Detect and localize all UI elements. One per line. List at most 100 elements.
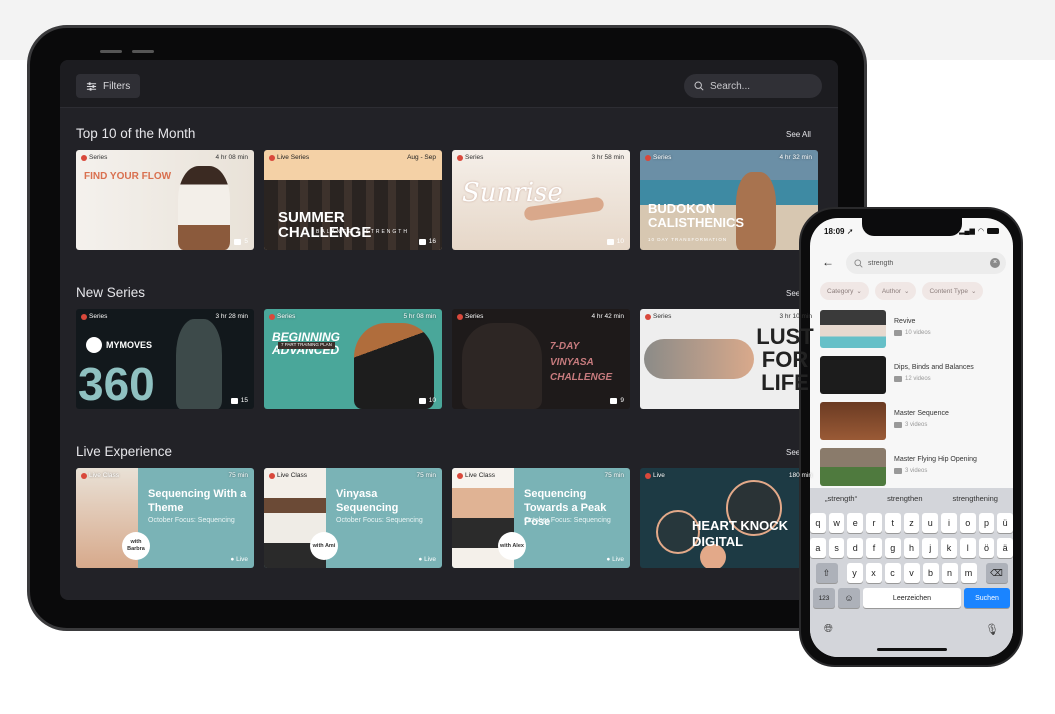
result-count: 10 videos [894,330,931,336]
card-live-class[interactable]: Live Class 75 min Vinyasa Sequencing Oct… [264,468,442,568]
letter-key[interactable]: s [828,538,845,558]
letter-key[interactable]: d [847,538,864,558]
card-badge: Series [81,154,107,161]
letter-key[interactable]: k [941,538,957,558]
result-item[interactable]: Revive 10 videos [810,308,1013,354]
letter-key[interactable]: h [903,538,920,558]
keyboard-row-4: 123 ☺ Leerzeichen Suchen [810,588,1013,608]
card-heart-knock[interactable]: Live 180 min HEART KNOCK DIGITAL [640,468,818,568]
letter-key[interactable]: j [922,538,939,558]
letter-key[interactable]: w [828,513,845,533]
clear-search-icon[interactable]: × [990,258,1000,268]
card-badge: Series [269,313,295,320]
card-title: LUST FOR LIFE [756,324,814,396]
letter-key[interactable]: ü [997,513,1013,533]
letter-key[interactable]: y [846,563,863,583]
card-title: 360 [78,358,155,409]
card-summer-challenge[interactable]: Live Series Aug - Sep SUMMER CHALLENGE B… [264,150,442,250]
phone-search-input[interactable] [868,259,988,267]
letter-key[interactable]: g [884,538,901,558]
letter-key[interactable]: b [922,563,939,583]
card-live-class[interactable]: Live Class 75 min Sequencing With a Them… [76,468,254,568]
card-badge: Live Series [269,154,309,161]
backspace-key[interactable]: ⌫ [985,563,1008,583]
card-duration: 75 min [416,472,436,479]
numbers-key[interactable]: 123 [813,588,835,608]
video-icon [894,422,902,428]
letter-key[interactable]: f [866,538,882,558]
search-go-key[interactable]: Suchen [964,588,1010,608]
wifi-icon: ◠ [977,228,984,235]
card-lust-for-life[interactable]: Series 3 hr 10 min LUST FOR LIFE [640,309,818,409]
card-duration: 3 hr 58 min [591,154,624,161]
brand-icon [457,313,463,320]
letter-key[interactable]: i [941,513,957,533]
card-title: FIND YOUR FLOW [84,171,172,182]
card-subtitle: 7 PART TRAINING PLAN [278,342,335,349]
result-thumbnail [820,402,886,440]
video-icon [894,330,902,336]
suggestion[interactable]: strengthen [887,494,922,503]
phone-search-box[interactable]: × [846,252,1006,274]
chip-category[interactable]: Category ⌄ [820,282,869,300]
home-indicator[interactable] [876,648,947,651]
brand-icon [457,472,463,479]
shift-key[interactable]: ⇧ [815,563,838,583]
filters-button[interactable]: Filters [76,74,141,98]
card-badge: Series [645,313,671,320]
see-all-link[interactable]: See All [786,130,811,139]
card-brand: MYMOVES [106,340,153,350]
card-duration: 75 min [228,472,248,479]
letter-key[interactable]: r [866,513,882,533]
brand-icon [269,472,275,479]
letter-key[interactable]: e [847,513,864,533]
letter-key[interactable]: ä [997,538,1013,558]
suggestion[interactable]: strengthening [953,494,998,503]
letter-key[interactable]: u [922,513,939,533]
result-item[interactable]: Master Flying Hip Opening 3 videos [810,446,1013,492]
result-title: Dips, Binds and Balances [894,364,974,371]
letter-key[interactable]: m [960,563,977,583]
letter-key[interactable]: o [959,513,976,533]
emoji-key[interactable]: ☺ [838,588,860,608]
space-key[interactable]: Leerzeichen [863,588,961,608]
brand-icon [269,313,275,320]
letter-key[interactable]: z [903,513,920,533]
card-badge: Live [645,472,665,479]
card-subtitle: BALANCE & STRENGTH [316,229,409,235]
card-mymoves-360[interactable]: Series 3 hr 28 min MYMOVES 360 15 [76,309,254,409]
card-7-day-vinyasa[interactable]: Series 4 hr 42 min 7-DAY VINYASA CHALLEN… [452,309,630,409]
battery-icon [987,228,999,234]
search-input[interactable] [710,80,810,92]
card-beginning-advanced[interactable]: Series 5 hr 08 min BEGINNING ADVANCED 7 … [264,309,442,409]
globe-icon[interactable]: 🌐︎ [824,623,833,636]
section-title: New Series [76,285,146,300]
tablet-device: Filters Top 10 of the Month See All Seri… [27,25,867,631]
letter-key[interactable]: x [865,563,882,583]
suggestion[interactable]: „strength“ [825,494,857,503]
card-live-class[interactable]: Live Class 75 min Sequencing Towards a P… [452,468,630,568]
letter-key[interactable]: p [978,513,995,533]
search-results: Revive 10 videos Dips, Binds and Balance… [810,308,1013,492]
keyboard-row-1: qwertzuiopü [810,513,1013,533]
card-budokon[interactable]: Series 4 hr 32 min BUDOKON CALISTHENICS … [640,150,818,250]
card-find-your-flow[interactable]: Series 4 hr 08 min FIND YOUR FLOW 5 [76,150,254,250]
letter-key[interactable]: ö [978,538,995,558]
brand-icon [457,154,463,161]
letter-key[interactable]: n [941,563,958,583]
card-title: Sequencing With a Theme [148,488,247,514]
letter-key[interactable]: t [884,513,901,533]
microphone-icon[interactable]: 🎙︎ [985,623,999,636]
letter-key[interactable]: v [903,563,920,583]
search-box[interactable] [684,74,822,98]
letter-key[interactable]: l [959,538,976,558]
chip-author[interactable]: Author ⌄ [874,282,917,300]
result-item[interactable]: Dips, Binds and Balances 12 videos [810,354,1013,400]
card-video-count: 10 [418,397,436,404]
live-status: ● Live [230,556,248,563]
result-item[interactable]: Master Sequence 3 videos [810,400,1013,446]
back-arrow-icon[interactable]: ← [822,255,834,269]
chip-content-type[interactable]: Content Type ⌄ [922,282,984,300]
letter-key[interactable]: c [884,563,901,583]
card-sunrise[interactable]: Series 3 hr 58 min Sunrise 10 [452,150,630,250]
